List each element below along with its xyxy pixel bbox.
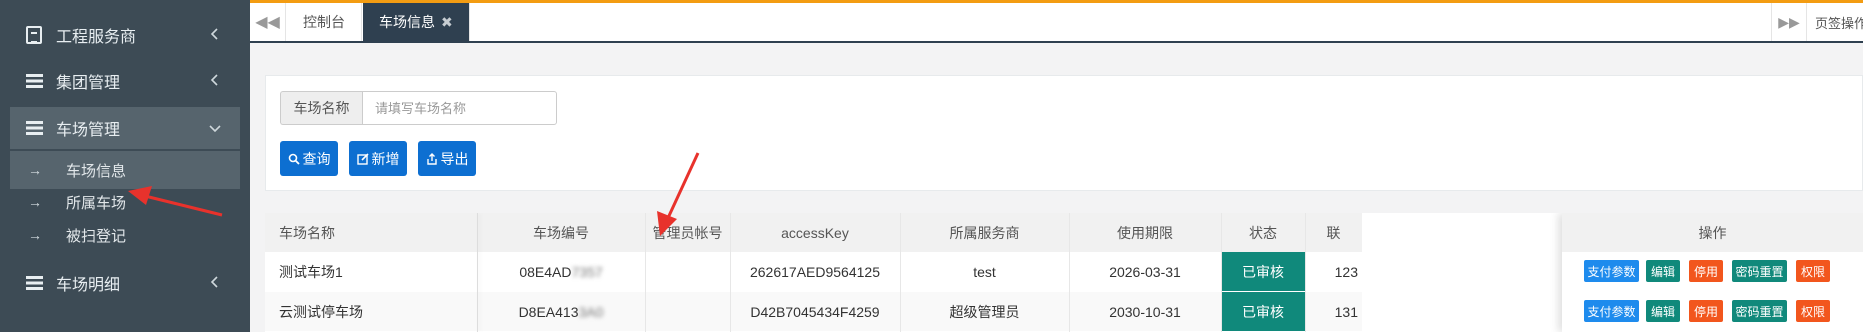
cell-contact: 123 (1305, 252, 1362, 291)
permissions-button[interactable]: 权限 (1796, 260, 1830, 282)
permissions-button[interactable]: 权限 (1796, 300, 1830, 322)
export-icon (426, 152, 437, 165)
export-button-label: 导出 (440, 150, 469, 167)
parking-table: 车场名称 车场编号 管理员帐号 accessKey 所属服务商 使用期限 状态 … (265, 213, 1863, 332)
double-chevron-right-icon: ▶▶ (1778, 13, 1800, 30)
tab-label: 控制台 (303, 14, 345, 30)
edit-button[interactable]: 编辑 (1646, 300, 1680, 322)
parking-name-input[interactable] (362, 91, 557, 125)
sidebar-subitem-label: 被扫登记 (66, 227, 127, 245)
close-icon[interactable]: ✖ (441, 14, 453, 31)
chevron-left-icon (210, 276, 218, 288)
chevron-down-icon (209, 125, 221, 133)
add-button[interactable]: 新增 (349, 141, 407, 176)
chevron-left-icon (210, 28, 218, 40)
query-button[interactable]: 查询 (280, 141, 338, 176)
col-header-parking-code[interactable]: 车场编号 (477, 213, 645, 252)
status-badge: 已审核 (1221, 252, 1305, 291)
tab-label: 车场信息 (379, 14, 435, 30)
reset-password-button[interactable]: 密码重置 (1732, 260, 1787, 282)
edit-icon (356, 152, 369, 165)
list-icon (26, 72, 43, 90)
cell-access-key: D42B7045434F4259 (730, 292, 900, 331)
parking-code-blurred: 7357 (571, 263, 603, 280)
tab-actions-dropdown[interactable]: 页签操作 (1807, 13, 1863, 32)
sidebar: 工程服务商 集团管理 车场管理 → 车场信息 → 所属车场 → 被扫登记 车场明… (0, 0, 250, 332)
payment-params-button[interactable]: 支付参数 (1584, 260, 1639, 282)
sidebar-item-label: 车场管理 (56, 122, 121, 139)
col-header-operations: 操作 (1562, 213, 1863, 252)
col-header-access-key[interactable]: accessKey (730, 213, 900, 252)
column-divider (477, 213, 478, 332)
cell-parking-code: D8EA413 3A0 (477, 292, 645, 331)
tab-bar: ◀◀ 控制台 车场信息 ✖ ▶▶ 页签操作 (250, 0, 1863, 43)
cell-expiry: 2030-10-31 (1069, 292, 1221, 331)
list-icon (26, 274, 43, 292)
sidebar-item-engineering-provider[interactable]: 工程服务商 (10, 10, 240, 60)
col-header-admin-account[interactable]: 管理员帐号 (645, 213, 730, 252)
sidebar-item-group-management[interactable]: 集团管理 (10, 56, 240, 106)
status-badge: 已审核 (1221, 292, 1305, 331)
sidebar-subitem-label: 车场信息 (66, 162, 127, 180)
column-divider (1305, 213, 1306, 332)
export-button[interactable]: 导出 (418, 141, 476, 176)
sidebar-item-parking-detail[interactable]: 车场明细 (10, 258, 240, 308)
arrow-right-icon: → (28, 194, 42, 210)
cell-admin-account (645, 292, 730, 331)
parking-name-field-group: 车场名称 (280, 91, 557, 125)
search-icon (288, 153, 300, 165)
column-divider (1221, 213, 1222, 332)
tab-parking-info[interactable]: 车场信息 ✖ (363, 3, 470, 41)
sidebar-item-label: 工程服务商 (56, 29, 137, 46)
disable-button[interactable]: 停用 (1689, 260, 1723, 282)
cell-parking-name: 云测试停车场 (265, 292, 477, 331)
sidebar-item-label: 集团管理 (56, 75, 121, 92)
payment-params-button[interactable]: 支付参数 (1584, 300, 1639, 322)
tab-bar-right: ▶▶ 页签操作 (1771, 3, 1863, 41)
col-header-expiry[interactable]: 使用期限 (1069, 213, 1221, 252)
column-divider (900, 213, 901, 332)
cell-parking-code: 08E4AD 7357 (477, 252, 645, 291)
chevron-left-icon (210, 74, 218, 86)
double-chevron-left-icon: ◀◀ (255, 14, 280, 31)
sidebar-item-parking-management[interactable]: 车场管理 (10, 107, 240, 149)
cell-admin-account (645, 252, 730, 291)
sidebar-subitem-label: 所属车场 (66, 194, 127, 212)
cell-contact: 131 (1305, 292, 1362, 331)
column-divider (730, 213, 731, 332)
tab-dashboard[interactable]: 控制台 (287, 3, 362, 41)
column-divider (1069, 213, 1070, 332)
col-header-contact[interactable]: 联 (1305, 213, 1362, 252)
query-button-label: 查询 (302, 150, 331, 167)
cell-parking-name: 测试车场1 (265, 252, 477, 291)
sidebar-item-label: 车场明细 (56, 277, 121, 294)
reset-password-button[interactable]: 密码重置 (1732, 300, 1787, 322)
cell-provider: test (900, 252, 1069, 291)
document-icon (26, 26, 42, 44)
parking-code-visible: D8EA413 (518, 303, 579, 320)
tab-scroll-left-button[interactable]: ◀◀ (250, 3, 286, 41)
edit-button[interactable]: 编辑 (1646, 260, 1680, 282)
col-header-parking-name[interactable]: 车场名称 (265, 213, 477, 252)
parking-code-visible: 08E4AD (519, 263, 572, 280)
column-divider (645, 213, 646, 332)
operations-column: 操作 支付参数 编辑 停用 密码重置 权限 支付参数 编辑 停用 密码重置 权限 (1562, 213, 1863, 332)
parking-name-label: 车场名称 (280, 91, 362, 125)
arrow-right-icon: → (28, 227, 42, 243)
cell-access-key: 262617AED9564125 (730, 252, 900, 291)
tab-scroll-right-button[interactable]: ▶▶ (1771, 3, 1807, 41)
col-header-status[interactable]: 状态 (1221, 213, 1305, 252)
parking-code-blurred: 3A0 (578, 303, 604, 320)
cell-expiry: 2026-03-31 (1069, 252, 1221, 291)
sidebar-subitem-scan-registration[interactable]: → 被扫登记 (10, 216, 240, 254)
search-panel: 车场名称 查询 新增 导出 (265, 75, 1863, 191)
disable-button[interactable]: 停用 (1689, 300, 1723, 322)
cell-provider: 超级管理员 (900, 292, 1069, 331)
add-button-label: 新增 (371, 150, 400, 167)
arrow-right-icon: → (28, 162, 42, 178)
list-icon (26, 119, 43, 137)
col-header-provider[interactable]: 所属服务商 (900, 213, 1069, 252)
